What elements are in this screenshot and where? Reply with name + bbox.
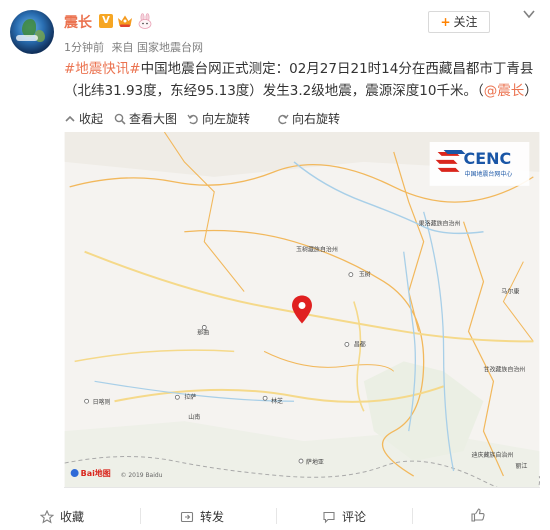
label-linzhi: 林芝 [271,397,283,405]
label-diqing-prefecture: 迪庆藏族自治州 [472,451,514,459]
city-dot-lasa [174,394,180,400]
city-dot-sadiya [298,458,304,464]
label-rikaze: 日喀则 [93,398,111,406]
city-dot-naqu [201,325,207,330]
label-sadiya: 萨地亚 [306,458,324,466]
thumbs-up-icon [471,508,485,522]
label-lijiang: 丽江 [515,463,527,470]
rotate-right-label: 向右旋转 [292,112,341,126]
label-guoluo-prefecture: 果洛藏族自治州 [419,220,461,228]
rotate-left-label: 向左旋转 [202,112,251,126]
earthquake-map[interactable]: CENC 中国地震台网中心 玉树藏族自治州 果洛藏族自治州 玉树 那曲 昌都 拉… [64,132,540,488]
collapse-button[interactable]: 收起 [64,110,103,127]
favorite-button[interactable]: 收藏 [40,508,84,525]
post-footer: 收藏 转发 评论 [0,500,550,530]
svg-text:中国地震台网中心: 中国地震台网中心 [465,170,513,178]
crown-badge-icon[interactable] [117,14,133,28]
svg-text:Bai地图: Bai地图 [81,468,111,478]
follow-label: 关注 [453,15,478,29]
view-large-label: 查看大图 [129,112,178,126]
rotate-left-icon [187,114,198,124]
collapse-icon [65,115,75,122]
label-lasa: 拉萨 [184,393,196,401]
topic-link[interactable]: #地震快讯# [64,61,141,77]
city-dot-linzhi [262,395,268,401]
map-copyright: © 2019 Baidu [121,472,163,479]
repost-label: 转发 [200,510,225,524]
post-meta: 1分钟前 来自 国家地震台网 [64,39,203,55]
repost-button[interactable]: 转发 [180,508,224,525]
plus-icon: + [440,15,451,29]
cenc-logo: CENC 中国地震台网中心 [429,141,530,186]
avatar-globe-cloud [16,35,38,41]
verified-badge-icon[interactable]: V [99,14,113,28]
star-icon [40,509,54,523]
post-body-close: ） [524,83,538,99]
post-source[interactable]: 国家地震台网 [137,41,203,54]
collapse-label: 收起 [79,112,104,126]
comment-label: 评论 [342,510,367,524]
label-yushu-city: 玉树 [359,271,371,279]
rotate-right-icon [278,114,289,124]
footer-divider [140,508,141,524]
city-dot-rikaze [84,398,89,404]
comment-button[interactable]: 评论 [322,508,366,525]
avatar[interactable] [10,10,54,54]
magnify-icon [114,113,126,125]
footer-divider [276,508,277,524]
follow-button[interactable]: + 关注 [428,11,490,33]
rotate-right-button[interactable]: 向右旋转 [277,110,340,127]
label-yushu-prefecture: 玉树藏族自治州 [296,246,338,254]
comment-icon [323,511,335,523]
source-prefix: 来自 [111,41,134,54]
view-large-button[interactable]: 查看大图 [114,110,177,127]
chevron-down-icon[interactable] [522,8,536,20]
city-dot-yushu [348,272,354,277]
label-changdu: 昌都 [354,340,366,348]
footer-divider [412,508,413,524]
post-time[interactable]: 1分钟前 [64,41,104,54]
rabbit-badge-icon[interactable] [137,13,153,29]
post-text: #地震快讯#中国地震台网正式测定：02月27日21时14分在西藏昌都市丁青县（北… [64,58,542,102]
repost-icon [180,511,194,522]
favorite-label: 收藏 [60,510,85,524]
label-shannan: 山南 [188,413,200,421]
like-button[interactable] [470,508,492,522]
city-dot-changdu [344,342,350,347]
rotate-left-button[interactable]: 向左旋转 [187,110,250,127]
label-maerkang: 马尔康 [501,288,519,296]
mention-link[interactable]: @震长 [484,83,525,99]
username[interactable]: 震长 [64,12,92,32]
label-ganzi-prefecture: 甘孜藏族自治州 [483,365,525,373]
svg-text:CENC: CENC [464,149,512,168]
label-naqu: 那曲 [197,328,209,336]
